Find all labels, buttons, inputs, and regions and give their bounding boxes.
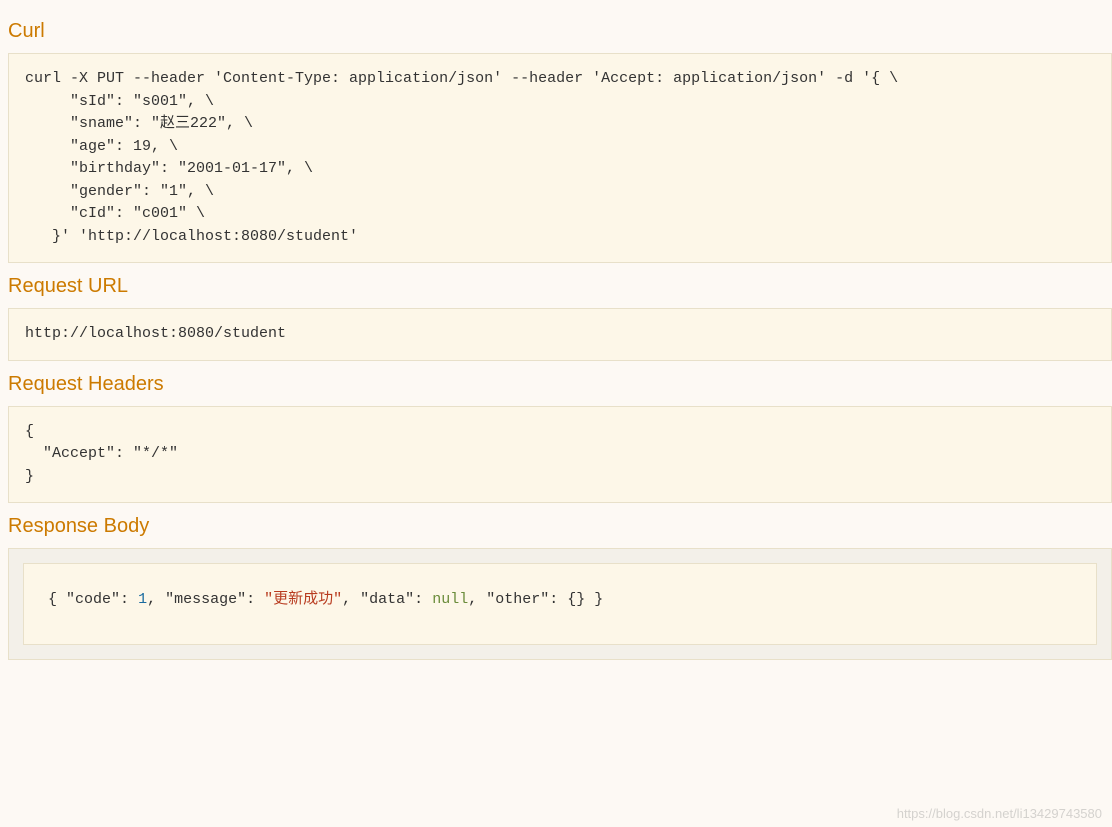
json-key-message: "message" xyxy=(165,591,246,608)
curl-section-title: Curl xyxy=(8,20,1112,43)
json-val-message: "更新成功" xyxy=(264,591,342,608)
request-url-section-title: Request URL xyxy=(8,275,1112,298)
response-body-code-block[interactable]: { "code": 1, "message": "更新成功", "data": … xyxy=(23,563,1097,645)
json-val-data: null xyxy=(432,591,468,608)
json-val-code: 1 xyxy=(138,591,147,608)
watermark-text: https://blog.csdn.net/li13429743580 xyxy=(897,806,1102,821)
request-headers-code-block[interactable]: { "Accept": "*/*" } xyxy=(8,406,1112,504)
json-brace-close: } xyxy=(594,591,603,608)
curl-code-block[interactable]: curl -X PUT --header 'Content-Type: appl… xyxy=(8,53,1112,263)
json-brace-open: { xyxy=(48,591,57,608)
json-key-other: "other" xyxy=(486,591,549,608)
response-body-outer: { "code": 1, "message": "更新成功", "data": … xyxy=(8,548,1112,660)
json-val-other: {} xyxy=(567,591,585,608)
request-url-code-block[interactable]: http://localhost:8080/student xyxy=(8,308,1112,361)
json-key-code: "code" xyxy=(66,591,120,608)
response-body-section-title: Response Body xyxy=(8,515,1112,538)
request-headers-section-title: Request Headers xyxy=(8,373,1112,396)
json-key-data: "data" xyxy=(360,591,414,608)
